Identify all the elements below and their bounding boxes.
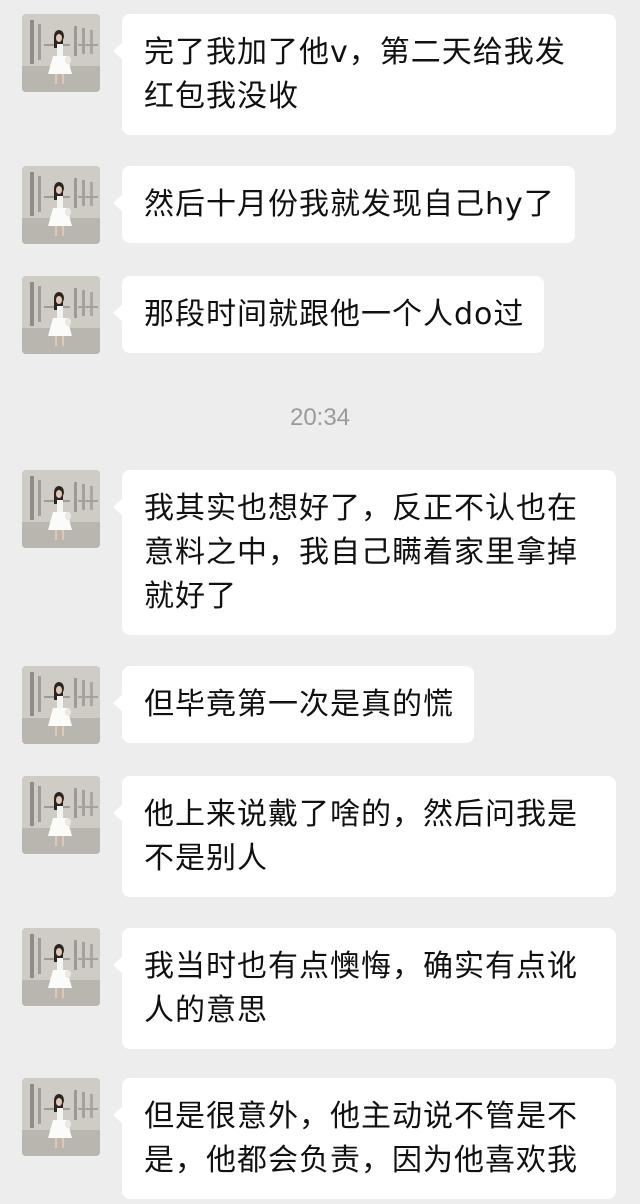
- timestamp: 20:34: [289, 404, 351, 431]
- message-bubble[interactable]: 然后十月份我就发现自己hy了: [113, 166, 575, 243]
- avatar[interactable]: [22, 776, 100, 854]
- avatar[interactable]: [22, 14, 100, 92]
- avatar-girl-photo-icon: [22, 776, 100, 854]
- avatar-girl-photo-icon: [22, 470, 100, 548]
- avatar[interactable]: [22, 276, 100, 354]
- avatar-girl-photo-icon: [22, 1078, 100, 1156]
- message-bubble[interactable]: 但毕竟第一次是真的慌: [113, 666, 474, 743]
- avatar-girl-photo-icon: [22, 166, 100, 244]
- avatar[interactable]: [22, 166, 100, 244]
- avatar-girl-photo-icon: [22, 276, 100, 354]
- message-bubble[interactable]: 他上来说戴了啥的，然后问我是不是别人: [113, 776, 616, 897]
- message-bubble[interactable]: 但是很意外，他主动说不管是不是，他都会负责，因为他喜欢我: [113, 1078, 616, 1199]
- avatar[interactable]: [22, 928, 100, 1006]
- avatar-girl-photo-icon: [22, 14, 100, 92]
- message-bubble[interactable]: 那段时间就跟他一个人do过: [112, 276, 545, 353]
- message-bubble[interactable]: 我当时也有点懊悔，确实有点讹人的意思: [113, 928, 616, 1049]
- avatar[interactable]: [22, 1078, 100, 1156]
- avatar-girl-photo-icon: [22, 666, 100, 744]
- avatar[interactable]: [22, 666, 100, 744]
- avatar-girl-photo-icon: [22, 928, 100, 1006]
- message-bubble[interactable]: 我其实也想好了，反正不认也在意料之中，我自己瞒着家里拿掉就好了: [113, 470, 616, 635]
- chat-view: 完了我加了他v，第二天给我发红包我没收 然后十月份我就发现自己hy了 那段时间就…: [0, 0, 640, 1204]
- avatar[interactable]: [22, 470, 100, 548]
- message-bubble[interactable]: 完了我加了他v，第二天给我发红包我没收: [113, 14, 616, 135]
